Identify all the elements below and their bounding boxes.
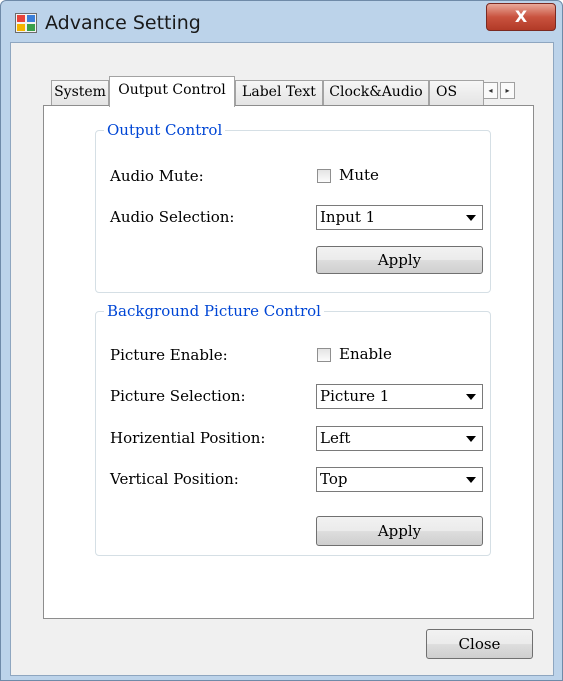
- audio-selection-label: Audio Selection:: [110, 208, 235, 226]
- window-close-button[interactable]: X: [486, 3, 556, 31]
- output-control-group-title: Output Control: [104, 120, 226, 140]
- mute-checkbox[interactable]: [317, 169, 331, 183]
- tab-system[interactable]: System: [51, 80, 109, 105]
- tab-scroll-right-icon[interactable]: ▸: [500, 82, 515, 99]
- dialog-window: Advance Setting X System Output Control …: [0, 0, 563, 681]
- picture-selection-label: Picture Selection:: [110, 387, 246, 405]
- picture-selection-value: Picture 1: [320, 387, 390, 405]
- vertical-position-label: Vertical Position:: [110, 470, 239, 488]
- picture-selection-dropdown[interactable]: Picture 1: [316, 384, 483, 409]
- tab-page-output-control: Output Control Audio Mute: Mute Audio Se…: [43, 105, 534, 619]
- mute-checkbox-label[interactable]: Mute: [339, 166, 379, 184]
- background-picture-group-title: Background Picture Control: [104, 301, 324, 321]
- title-bar[interactable]: Advance Setting X: [1, 1, 562, 43]
- close-button[interactable]: Close: [426, 629, 533, 659]
- tab-output-control[interactable]: Output Control: [109, 76, 235, 107]
- horizontal-position-dropdown[interactable]: Left: [316, 426, 483, 451]
- tab-scroll-left-icon[interactable]: ◂: [483, 82, 498, 99]
- vertical-position-dropdown[interactable]: Top: [316, 467, 483, 492]
- output-control-group: Output Control Audio Mute: Mute Audio Se…: [95, 120, 491, 293]
- chevron-down-icon: [466, 477, 476, 483]
- horizontal-position-value: Left: [320, 429, 351, 447]
- tab-label-text[interactable]: Label Text: [235, 80, 323, 105]
- close-icon: X: [514, 7, 528, 26]
- vertical-position-value: Top: [320, 470, 348, 488]
- picture-enable-label: Picture Enable:: [110, 346, 228, 364]
- audio-mute-label: Audio Mute:: [110, 167, 204, 185]
- horizontal-position-label: Horizential Position:: [110, 429, 266, 447]
- tab-osd[interactable]: OS: [429, 80, 484, 105]
- background-picture-group: Background Picture Control Picture Enabl…: [95, 301, 491, 556]
- audio-selection-dropdown[interactable]: Input 1: [316, 205, 483, 230]
- chevron-down-icon: [466, 215, 476, 221]
- audio-selection-value: Input 1: [320, 208, 376, 226]
- window-title: Advance Setting: [45, 12, 201, 34]
- app-icon: [15, 13, 37, 33]
- enable-checkbox[interactable]: [317, 348, 331, 362]
- output-apply-button[interactable]: Apply: [316, 246, 483, 274]
- tab-clock-audio[interactable]: Clock&Audio: [323, 80, 429, 105]
- enable-checkbox-label[interactable]: Enable: [339, 345, 392, 363]
- background-apply-button[interactable]: Apply: [316, 516, 483, 546]
- chevron-down-icon: [466, 436, 476, 442]
- tab-strip: System Output Control Label Text Clock&A…: [33, 76, 534, 107]
- chevron-down-icon: [466, 394, 476, 400]
